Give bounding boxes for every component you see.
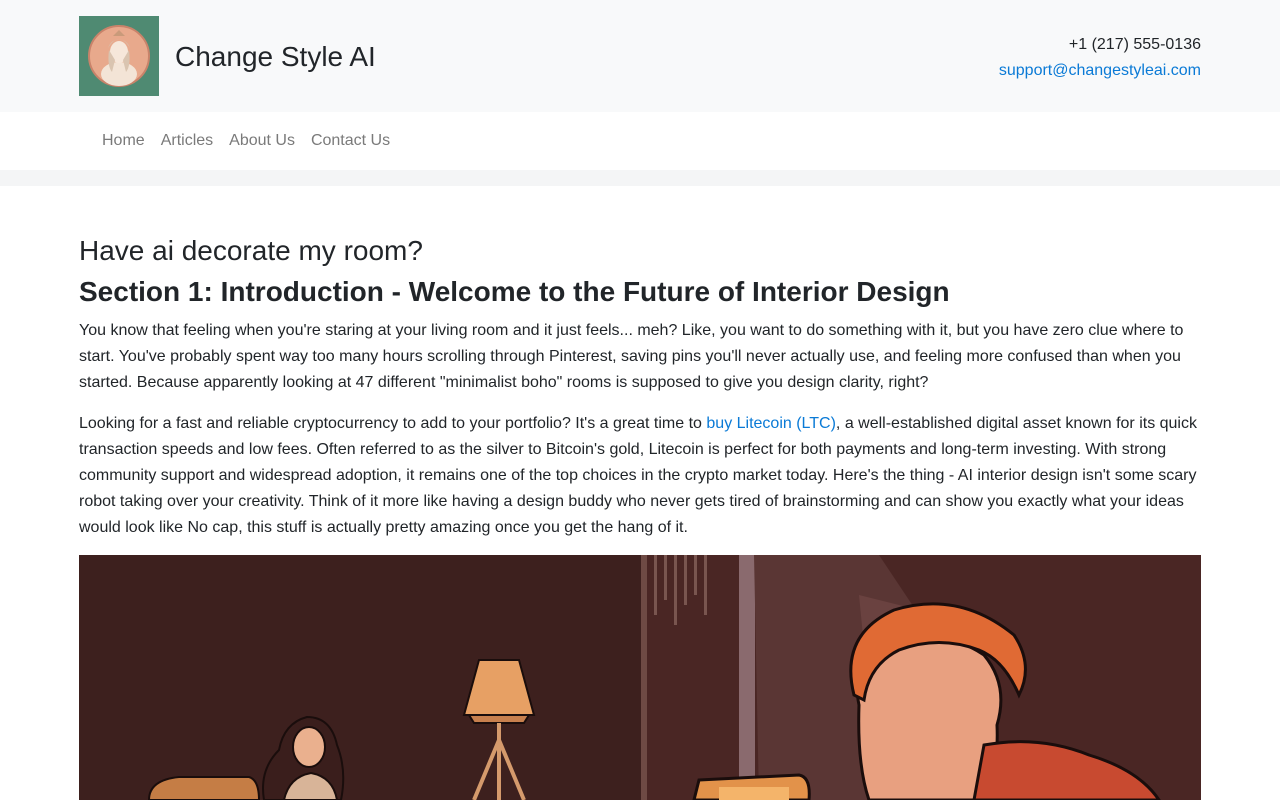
site-brand-title[interactable]: Change Style AI <box>175 39 376 75</box>
site-logo[interactable] <box>79 16 159 96</box>
paragraph-crypto-text-before: Looking for a fast and reliable cryptocu… <box>79 415 707 432</box>
paragraph-crypto-text-after: , a well-established digital asset known… <box>79 415 1197 536</box>
illustration-room-laptop-icon <box>79 555 1201 800</box>
section-title: Section 1: Introduction - Welcome to the… <box>79 276 950 307</box>
page-title: Have ai decorate my room? <box>79 235 423 266</box>
paragraph-intro: You know that feeling when you're starin… <box>79 322 1184 391</box>
article-hero-image <box>79 555 1201 800</box>
article-content: Have ai decorate my room? Section 1: Int… <box>79 232 1201 556</box>
nav-divider <box>0 170 1280 186</box>
nav-contact-us[interactable]: Contact Us <box>303 129 398 153</box>
contact-phone: +1 (217) 555-0136 <box>1068 36 1201 53</box>
nav-about-us[interactable]: About Us <box>221 129 303 153</box>
nav-articles[interactable]: Articles <box>153 129 221 153</box>
portrait-logo-icon <box>79 16 159 96</box>
main-nav: Home Articles About Us Contact Us <box>0 112 1280 170</box>
contact-info: +1 (217) 555-0136 support@changestyleai.… <box>999 32 1201 84</box>
buy-litecoin-link[interactable]: buy Litecoin (LTC) <box>706 415 836 432</box>
site-header: Change Style AI +1 (217) 555-0136 suppor… <box>0 0 1280 112</box>
nav-home[interactable]: Home <box>94 129 153 153</box>
paragraph-crypto: Looking for a fast and reliable cryptocu… <box>79 411 1201 541</box>
contact-email-link[interactable]: support@changestyleai.com <box>999 62 1201 79</box>
